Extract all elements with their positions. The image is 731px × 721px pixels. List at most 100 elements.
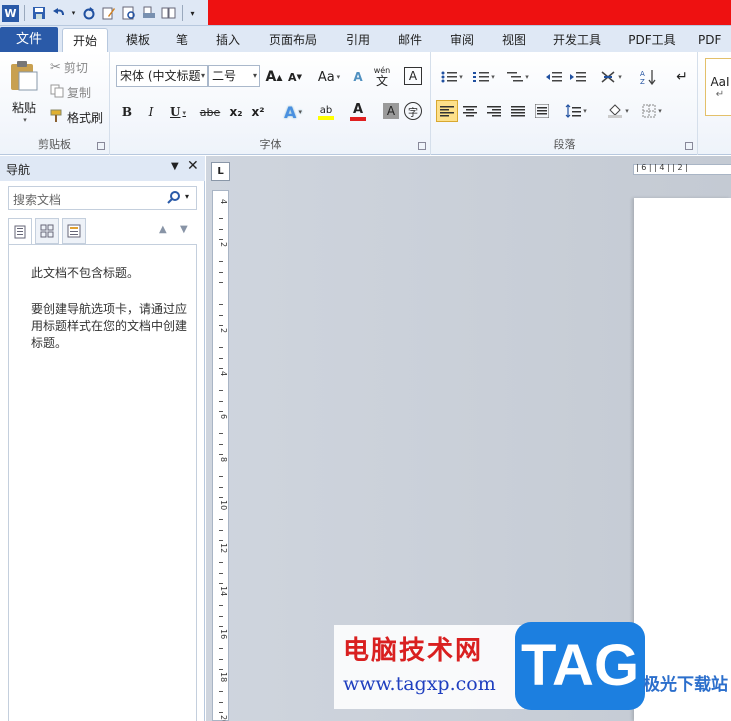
title-bar: W ▾ ▾ — [0, 0, 731, 26]
document-page[interactable] — [634, 198, 731, 721]
increase-indent-icon — [570, 72, 586, 82]
chinese-layout-button[interactable]: ▾ — [597, 67, 625, 87]
paste-button[interactable]: 粘贴 ▾ — [4, 56, 44, 128]
tab-pdf-more[interactable]: PDF工 — [698, 28, 731, 52]
borders-button[interactable]: ▾ — [638, 101, 666, 121]
decrease-indent-button[interactable] — [544, 67, 564, 87]
tab-developer[interactable]: 开发工具 — [546, 28, 608, 52]
character-border-button[interactable]: A — [404, 67, 422, 85]
tab-pages[interactable] — [35, 218, 59, 244]
format-painter-button[interactable]: 格式刷 — [50, 108, 103, 126]
vertical-ruler-tick — [219, 626, 223, 628]
tab-view[interactable]: 视图 — [494, 28, 534, 52]
italic-button[interactable]: I — [141, 102, 161, 122]
vertical-ruler-tick — [219, 454, 223, 456]
change-case-icon: Aa — [317, 69, 335, 85]
cut-button[interactable]: ✂ 剪切 — [50, 58, 88, 76]
shrink-font-button[interactable]: A ▼ — [285, 67, 305, 87]
tab-review[interactable]: 审阅 — [442, 28, 482, 52]
justify-button[interactable] — [508, 101, 528, 121]
borders-icon — [642, 104, 656, 118]
vertical-ruler-label: 2 — [219, 328, 228, 334]
horizontal-ruler[interactable]: | 6 | | 4 | | 2 | — [633, 163, 731, 175]
reading-view-icon[interactable] — [160, 5, 177, 22]
align-center-button[interactable] — [460, 101, 480, 121]
search-dropdown-icon[interactable]: ▾ — [185, 192, 189, 201]
next-arrow-icon[interactable]: ▼ — [180, 224, 188, 235]
tab-pdf-tools[interactable]: PDF工具 — [622, 28, 682, 52]
underline-button[interactable]: U ▾ — [165, 102, 191, 122]
font-launcher-icon[interactable] — [418, 142, 426, 150]
save-icon[interactable] — [30, 5, 47, 22]
sort-button[interactable]: AZ — [638, 67, 658, 87]
results-icon — [67, 224, 81, 238]
superscript-button[interactable]: x² — [248, 102, 268, 122]
font-name-select[interactable]: 宋体 (中文标题 ▾ — [116, 65, 208, 87]
edit-document-icon[interactable] — [100, 5, 117, 22]
line-spacing-button[interactable]: ▾ — [562, 101, 590, 121]
quick-print-icon[interactable] — [140, 5, 157, 22]
vertical-ruler[interactable]: 4 2 2 4 6 8 10 12 14 16 18 20 — [212, 190, 229, 721]
increase-indent-button[interactable] — [568, 67, 588, 87]
align-left-button[interactable] — [436, 100, 458, 122]
nav-options-icon[interactable]: ▼ — [171, 161, 179, 172]
undo-icon[interactable] — [50, 5, 67, 22]
highlight-button[interactable]: ab — [311, 101, 341, 123]
change-case-button[interactable]: Aa ▾ — [316, 67, 342, 87]
watermark-tag-logo: TAG — [515, 622, 645, 710]
tab-home[interactable]: 开始 — [62, 28, 108, 52]
font-size-select[interactable]: 二号 ▾ — [208, 65, 260, 87]
undo-dropdown-icon[interactable]: ▾ — [70, 5, 77, 22]
tab-selector-button[interactable]: L — [211, 162, 230, 181]
tab-pen[interactable]: 笔 — [170, 28, 194, 52]
copy-button[interactable]: 复制 — [50, 83, 91, 101]
bold-button[interactable]: B — [117, 102, 137, 122]
clipboard-launcher-icon[interactable] — [97, 142, 105, 150]
sort-icon: AZ — [640, 70, 656, 85]
text-effects-button[interactable]: A ▾ — [279, 101, 307, 123]
distribute-button[interactable] — [532, 101, 552, 121]
bullets-button[interactable]: ▾ — [438, 67, 466, 87]
tab-references[interactable]: 引用 — [338, 28, 378, 52]
tab-templates[interactable]: 模板 — [118, 28, 158, 52]
tab-file[interactable]: 文件 — [0, 27, 58, 52]
vertical-ruler-tick — [219, 572, 223, 574]
numbering-button[interactable]: ▾ — [470, 67, 498, 87]
paint-bucket-icon — [608, 104, 623, 118]
align-right-button[interactable] — [484, 101, 504, 121]
vertical-ruler-tick — [219, 325, 223, 327]
tab-results[interactable] — [62, 218, 86, 244]
enclose-characters-button[interactable]: 字 — [404, 102, 422, 120]
close-icon[interactable]: ✕ — [187, 158, 199, 174]
vertical-ruler-tick — [219, 583, 223, 585]
phonetic-guide-button[interactable]: wén 文 — [371, 64, 393, 88]
previous-arrow-icon[interactable]: ▲ — [159, 224, 167, 235]
vertical-ruler-tick — [219, 561, 223, 563]
strikethrough-button[interactable]: abe — [197, 102, 223, 122]
tab-insert[interactable]: 插入 — [208, 28, 248, 52]
paragraph-launcher-icon[interactable] — [685, 142, 693, 150]
print-preview-icon[interactable] — [120, 5, 137, 22]
tab-mailings[interactable]: 邮件 — [390, 28, 430, 52]
tab-page-layout[interactable]: 页面布局 — [262, 28, 324, 52]
redo-icon[interactable] — [80, 5, 97, 22]
show-marks-button[interactable]: ↵ — [672, 67, 692, 87]
clear-format-button[interactable]: A — [347, 67, 369, 87]
vertical-ruler-tick — [219, 486, 223, 488]
character-shading-button[interactable]: A — [383, 103, 399, 119]
font-color-button[interactable]: A — [344, 101, 372, 123]
vertical-ruler-label: 12 — [219, 543, 228, 554]
search-icon[interactable] — [167, 190, 181, 207]
customize-toolbar-icon[interactable]: ▾ — [188, 5, 197, 22]
vertical-ruler-tick — [219, 701, 223, 703]
shading-button[interactable]: ▾ — [604, 101, 632, 121]
tab-headings[interactable] — [8, 218, 32, 244]
vertical-ruler-tick — [219, 443, 223, 445]
style-normal-preview[interactable]: AaI ↵ — [705, 58, 731, 116]
search-input[interactable]: 搜索文档 ▾ — [8, 186, 197, 210]
subscript-button[interactable]: x₂ — [226, 102, 246, 122]
vertical-ruler-label: 10 — [219, 500, 228, 511]
word-app-icon[interactable]: W — [2, 4, 19, 22]
multilevel-list-button[interactable]: ▾ — [504, 67, 532, 87]
grow-font-button[interactable]: A ▲ — [264, 67, 284, 87]
